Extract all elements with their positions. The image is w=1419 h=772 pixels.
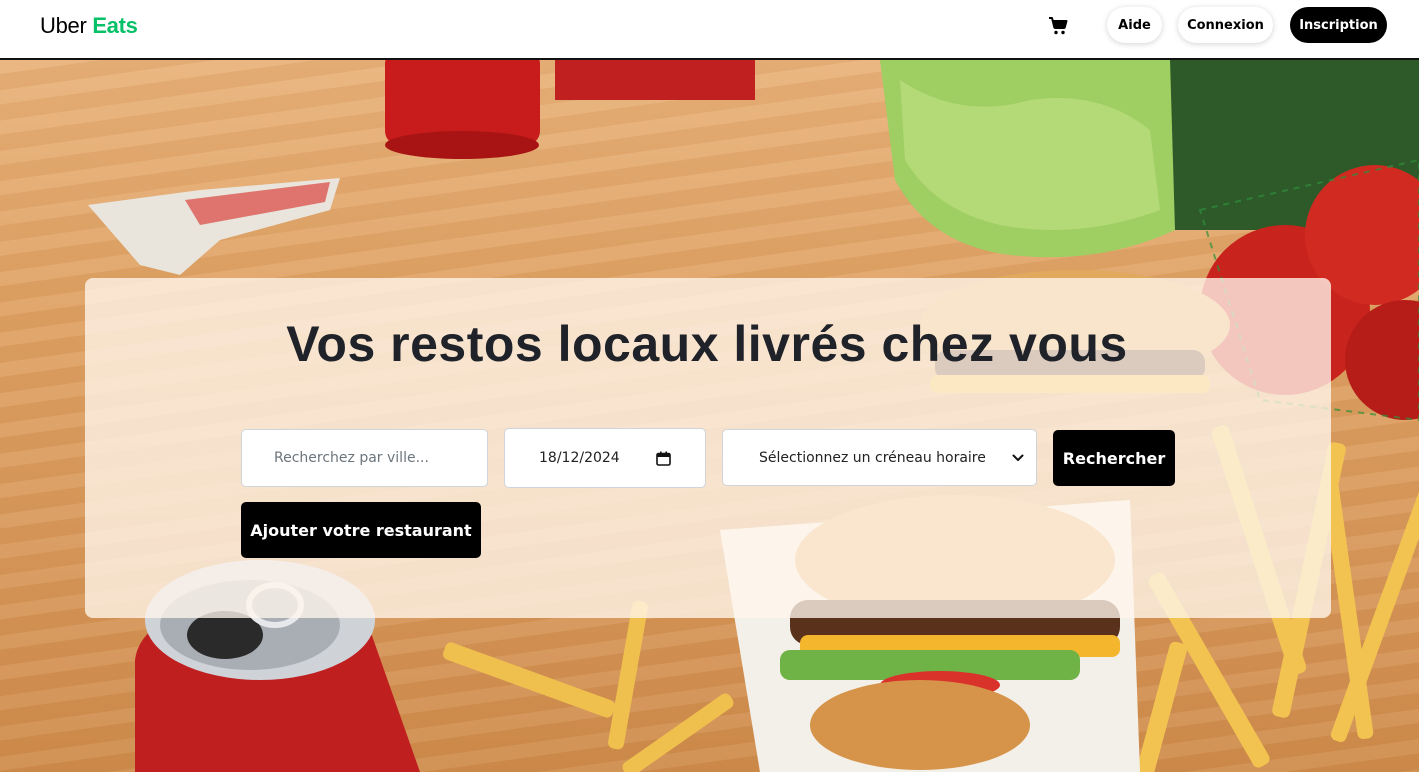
date-value: 18/12/2024 (539, 450, 620, 466)
date-picker[interactable]: 18/12/2024 (504, 428, 706, 488)
time-slot-select[interactable]: Sélectionnez un créneau horaire (722, 429, 1037, 486)
cart-icon[interactable] (1047, 15, 1069, 37)
top-navbar: Uber Eats Aide Connexion Inscription (0, 0, 1419, 60)
logo-uber-text: Uber (40, 13, 87, 38)
city-search-input[interactable] (241, 429, 488, 487)
calendar-icon[interactable] (656, 451, 671, 466)
aide-button[interactable]: Aide (1107, 7, 1162, 43)
uber-eats-logo[interactable]: Uber Eats (40, 12, 138, 40)
chevron-down-icon (1012, 454, 1024, 462)
connexion-button[interactable]: Connexion (1178, 7, 1273, 43)
logo-eats-text: Eats (92, 13, 138, 38)
page-title: Vos restos locaux livrés chez vous (286, 316, 1128, 372)
time-slot-selected: Sélectionnez un créneau horaire (759, 449, 986, 466)
search-button[interactable]: Rechercher (1053, 430, 1175, 486)
add-restaurant-button[interactable]: Ajouter votre restaurant (241, 502, 481, 558)
inscription-button[interactable]: Inscription (1290, 7, 1387, 43)
